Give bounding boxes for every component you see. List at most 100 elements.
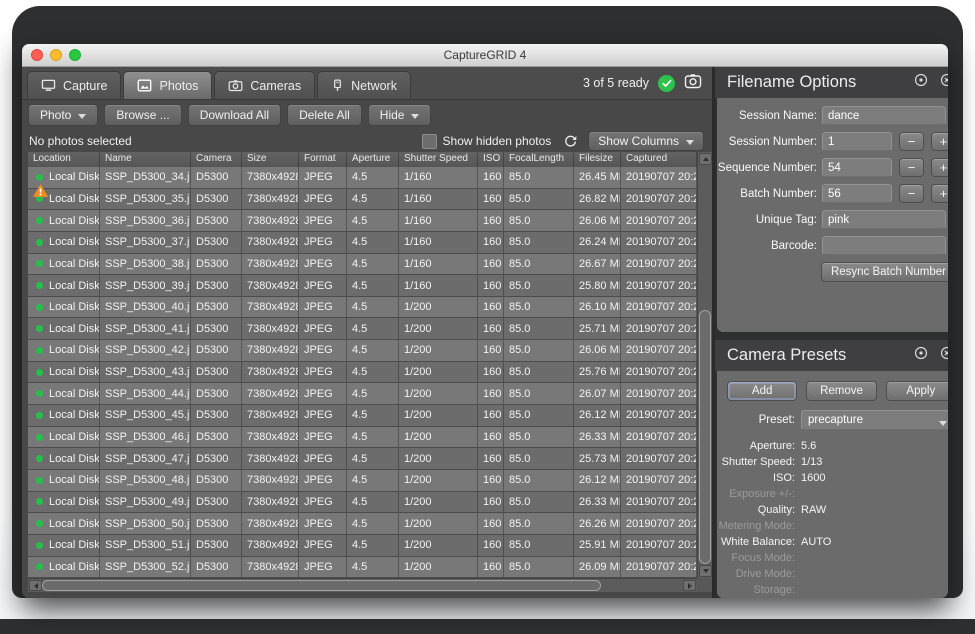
table-cell: 85.0 (504, 427, 574, 448)
horizontal-scrollbar-thumb[interactable] (42, 580, 601, 591)
column-header[interactable]: Size (242, 152, 299, 167)
live-view-camera-icon[interactable] (684, 73, 702, 94)
column-header[interactable]: Captured (621, 152, 697, 167)
window-title: CaptureGRID 4 (444, 48, 527, 62)
sequence-number-minus-button[interactable]: − (899, 158, 924, 177)
titlebar[interactable]: CaptureGRID 4 (22, 44, 948, 67)
tab-photos[interactable]: Photos (123, 71, 212, 99)
filename-options-header: Filename Options (715, 67, 948, 98)
table-row[interactable]: Local DiskSSP_D5300_48.jpgD53007380x4928… (28, 470, 697, 492)
vertical-scrollbar-thumb[interactable] (699, 310, 711, 564)
table-row[interactable]: Local DiskSSP_D5300_43.jpgD53007380x4928… (28, 362, 697, 384)
session-number-minus-button[interactable]: − (899, 132, 924, 151)
table-row[interactable]: Local DiskSSP_D5300_41.jpgD53007380x4928… (28, 318, 697, 340)
table-cell: 1/200 (399, 427, 478, 448)
table-row[interactable]: Local DiskSSP_D5300_38.jpgD53007380x4928… (28, 254, 697, 276)
scroll-left-button[interactable] (29, 580, 42, 591)
table-cell: 1/200 (399, 448, 478, 469)
main-pane: Capture Photos Cameras (22, 67, 712, 598)
network-icon (331, 79, 344, 92)
column-header[interactable]: ISO (478, 152, 504, 167)
browse-button[interactable]: Browse ... (104, 104, 181, 126)
table-row[interactable]: Local DiskSSP_D5300_39.jpgD53007380x4928… (28, 275, 697, 297)
photo-menu-button[interactable]: Photo (28, 104, 98, 126)
table-row[interactable]: Local DiskSSP_D5300_49.jpgD53007380x4928… (28, 492, 697, 514)
unique-tag-input[interactable] (822, 210, 946, 229)
download-all-button[interactable]: Download All (188, 104, 281, 126)
sequence-number-plus-button[interactable]: + (931, 158, 948, 177)
vertical-scrollbar[interactable] (697, 152, 712, 578)
scroll-right-button[interactable] (683, 580, 696, 591)
tab-network[interactable]: Network (317, 71, 411, 99)
session-name-input[interactable] (822, 106, 946, 125)
scroll-up-button[interactable] (699, 153, 712, 165)
preset-add-button[interactable]: Add (727, 381, 797, 401)
table-row[interactable]: Local DiskSSP_D5300_51.jpgD53007380x4928… (28, 535, 697, 557)
table-cell: D5300 (191, 189, 242, 210)
capturegrid-window: CaptureGRID 4 Capture Photos (22, 44, 948, 598)
table-cell: SSP_D5300_50.jpg (100, 513, 191, 534)
column-header[interactable]: Shutter Speed (399, 152, 478, 167)
tab-capture[interactable]: Capture (27, 71, 121, 99)
table-row[interactable]: Local DiskSSP_D5300_34.jpgD53007380x4928… (28, 167, 697, 189)
delete-all-button[interactable]: Delete All (287, 104, 362, 126)
camera-icon (228, 79, 243, 92)
table-row[interactable]: Local DiskSSP_D5300_46.jpgD53007380x4928… (28, 427, 697, 449)
table-cell: 1/200 (399, 513, 478, 534)
table-row[interactable]: Local DiskSSP_D5300_44.jpgD53007380x4928… (28, 383, 697, 405)
table-cell: 85.0 (504, 167, 574, 188)
table-cell: SSP_D5300_34.jpg (100, 167, 191, 188)
batch-number-plus-button[interactable]: + (931, 184, 948, 203)
minimize-window-button[interactable] (50, 49, 62, 61)
filename-options-body: Session Name: Session Number: − + Sequen… (717, 98, 948, 332)
hide-menu-button[interactable]: Hide (368, 104, 432, 126)
table-cell: 160 (478, 210, 504, 231)
table-cell: D5300 (191, 362, 242, 383)
table-row[interactable]: Local DiskSSP_D5300_45.jpgD53007380x4928… (28, 405, 697, 427)
tab-cameras[interactable]: Cameras (214, 71, 315, 99)
resync-batch-number-button[interactable]: Resync Batch Number (821, 262, 948, 282)
horizontal-scrollbar[interactable] (28, 578, 697, 592)
session-number-plus-button[interactable]: + (931, 132, 948, 151)
preset-remove-button[interactable]: Remove (806, 381, 876, 401)
batch-number-minus-button[interactable]: − (899, 184, 924, 203)
table-cell: 20190707 20:28 (621, 318, 697, 339)
table-row[interactable]: Local DiskSSP_D5300_42.jpgD53007380x4928… (28, 340, 697, 362)
column-header[interactable]: Filesize (574, 152, 621, 167)
column-header[interactable]: Camera (191, 152, 242, 167)
column-header[interactable]: Name (100, 152, 191, 167)
button-label: Delete All (299, 108, 350, 122)
table-cell: JPEG (299, 470, 347, 491)
session-number-input[interactable] (822, 132, 892, 151)
table-row[interactable]: Local DiskSSP_D5300_47.jpgD53007380x4928… (28, 448, 697, 470)
table-row[interactable]: Local DiskSSP_D5300_35.jpgD53007380x4928… (28, 189, 697, 211)
scroll-down-button[interactable] (699, 565, 712, 577)
preset-dropdown[interactable]: precapture (801, 410, 948, 430)
close-window-button[interactable] (31, 49, 43, 61)
column-header[interactable]: Format (299, 152, 347, 167)
sequence-number-input[interactable] (822, 158, 892, 177)
panel-close-icon[interactable] (940, 346, 948, 365)
show-columns-button[interactable]: Show Columns (588, 131, 704, 151)
show-hidden-checkbox[interactable] (422, 134, 437, 149)
table-row[interactable]: Local DiskSSP_D5300_37.jpgD53007380x4928… (28, 232, 697, 254)
column-header[interactable]: FocalLength (504, 152, 574, 167)
preset-apply-button[interactable]: Apply (886, 381, 948, 401)
table-row[interactable]: Local DiskSSP_D5300_36.jpgD53007380x4928… (28, 210, 697, 232)
column-header[interactable]: Aperture (347, 152, 399, 167)
panel-options-icon[interactable] (914, 73, 928, 92)
batch-number-input[interactable] (822, 184, 892, 203)
panel-close-icon[interactable] (940, 73, 948, 92)
barcode-input[interactable] (822, 236, 946, 255)
zoom-window-button[interactable] (69, 49, 81, 61)
refresh-icon[interactable] (563, 134, 578, 149)
table-row[interactable]: Local DiskSSP_D5300_40.jpgD53007380x4928… (28, 297, 697, 319)
table-row[interactable]: Local DiskSSP_D5300_52.jpgD53007380x4928… (28, 557, 697, 578)
table-cell: JPEG (299, 254, 347, 275)
table-cell: 1/200 (399, 492, 478, 513)
table-row[interactable]: Local DiskSSP_D5300_50.jpgD53007380x4928… (28, 513, 697, 535)
table-cell: 7380x4928 (242, 513, 299, 534)
column-header[interactable]: Location (28, 152, 100, 167)
panel-options-icon[interactable] (914, 346, 928, 365)
preset-setting-label: White Balance: (717, 536, 801, 548)
